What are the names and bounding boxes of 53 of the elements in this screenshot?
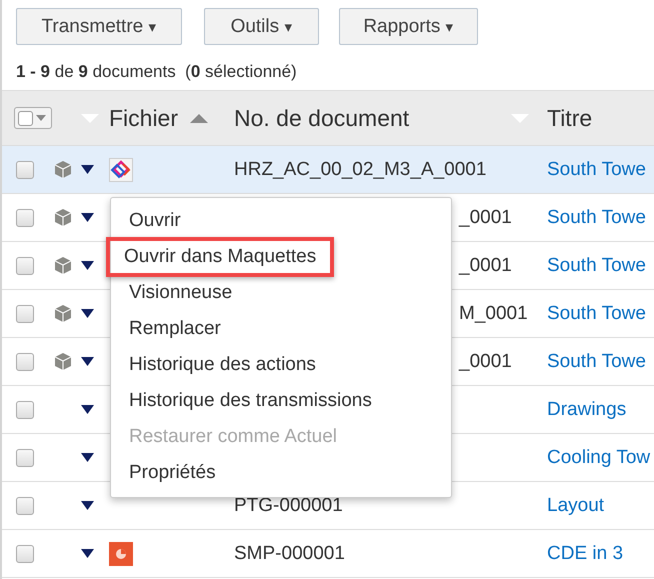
document-title-link[interactable]: CDE in 3 [547,542,624,564]
document-title-link[interactable]: South Towe [547,302,646,324]
row-checkbox[interactable] [16,496,34,514]
caret-icon[interactable] [81,501,94,510]
menu-item[interactable]: Historique des transmissions [111,383,451,419]
result-count: 1 - 9 de 9 documents (0 sélectionné) [15,61,298,83]
column-header[interactable]: Fichier [109,104,178,132]
document-number: _0001 [459,254,512,276]
caret-icon[interactable] [81,453,94,462]
caret-icon[interactable] [81,405,94,414]
select-all-dropdown[interactable] [14,107,52,129]
toolbar-button[interactable]: Outils ▾ [204,8,319,45]
file-type-icon[interactable] [109,158,133,182]
document-title-link[interactable]: Layout [547,494,604,516]
menu-item[interactable]: Visionneuse [111,275,451,311]
menu-item[interactable]: Historique des actions [111,347,451,383]
sort-ascending-icon[interactable] [190,114,208,122]
row-checkbox[interactable] [16,256,34,274]
document-number: SMP-000001 [234,542,345,564]
caret-icon[interactable] [81,357,94,366]
file-type-icon[interactable] [109,542,133,566]
row-checkbox[interactable] [16,544,34,562]
document-number: _0001 [459,206,512,228]
table-row[interactable]: SMP-000001 CDE in 3 [2,530,654,578]
toolbar-button[interactable]: Transmettre ▾ [16,8,182,45]
document-title-link[interactable]: Cooling Tow [547,446,650,468]
row-checkbox[interactable] [16,160,34,178]
row-checkbox[interactable] [16,352,34,370]
column-header[interactable]: No. de document [234,104,410,132]
document-title-link[interactable]: Drawings [547,398,626,420]
toolbar-button[interactable]: Rapports ▾ [339,8,478,45]
document-number: _0001 [459,350,512,372]
table-row[interactable]: HRZ_AC_00_02_M3_A_0001 South Towe [2,146,654,194]
caret-icon[interactable] [81,213,94,222]
row-checkbox[interactable] [16,448,34,466]
document-number: M_0001 [459,302,528,324]
menu-item[interactable]: Remplacer [111,311,451,347]
menu-item[interactable]: Ouvrir [111,203,451,239]
document-title-link[interactable]: South Towe [547,254,646,276]
row-checkbox[interactable] [16,304,34,322]
document-number: PTG-000001 [234,494,343,516]
caret-icon[interactable] [81,549,94,558]
document-title-link[interactable]: South Towe [547,350,646,372]
caret-icon[interactable] [81,309,94,318]
caret-icon[interactable] [81,261,94,270]
row-checkbox[interactable] [16,400,34,418]
row-checkbox[interactable] [16,208,34,226]
document-title-link[interactable]: South Towe [547,206,646,228]
document-number: HRZ_AC_00_02_M3_A_0001 [234,158,486,180]
menu-item[interactable]: Ouvrir dans Maquettes [106,237,334,277]
column-header[interactable]: Titre [547,104,592,130]
document-title-link[interactable]: South Towe [547,158,646,180]
caret-icon[interactable] [81,165,94,174]
